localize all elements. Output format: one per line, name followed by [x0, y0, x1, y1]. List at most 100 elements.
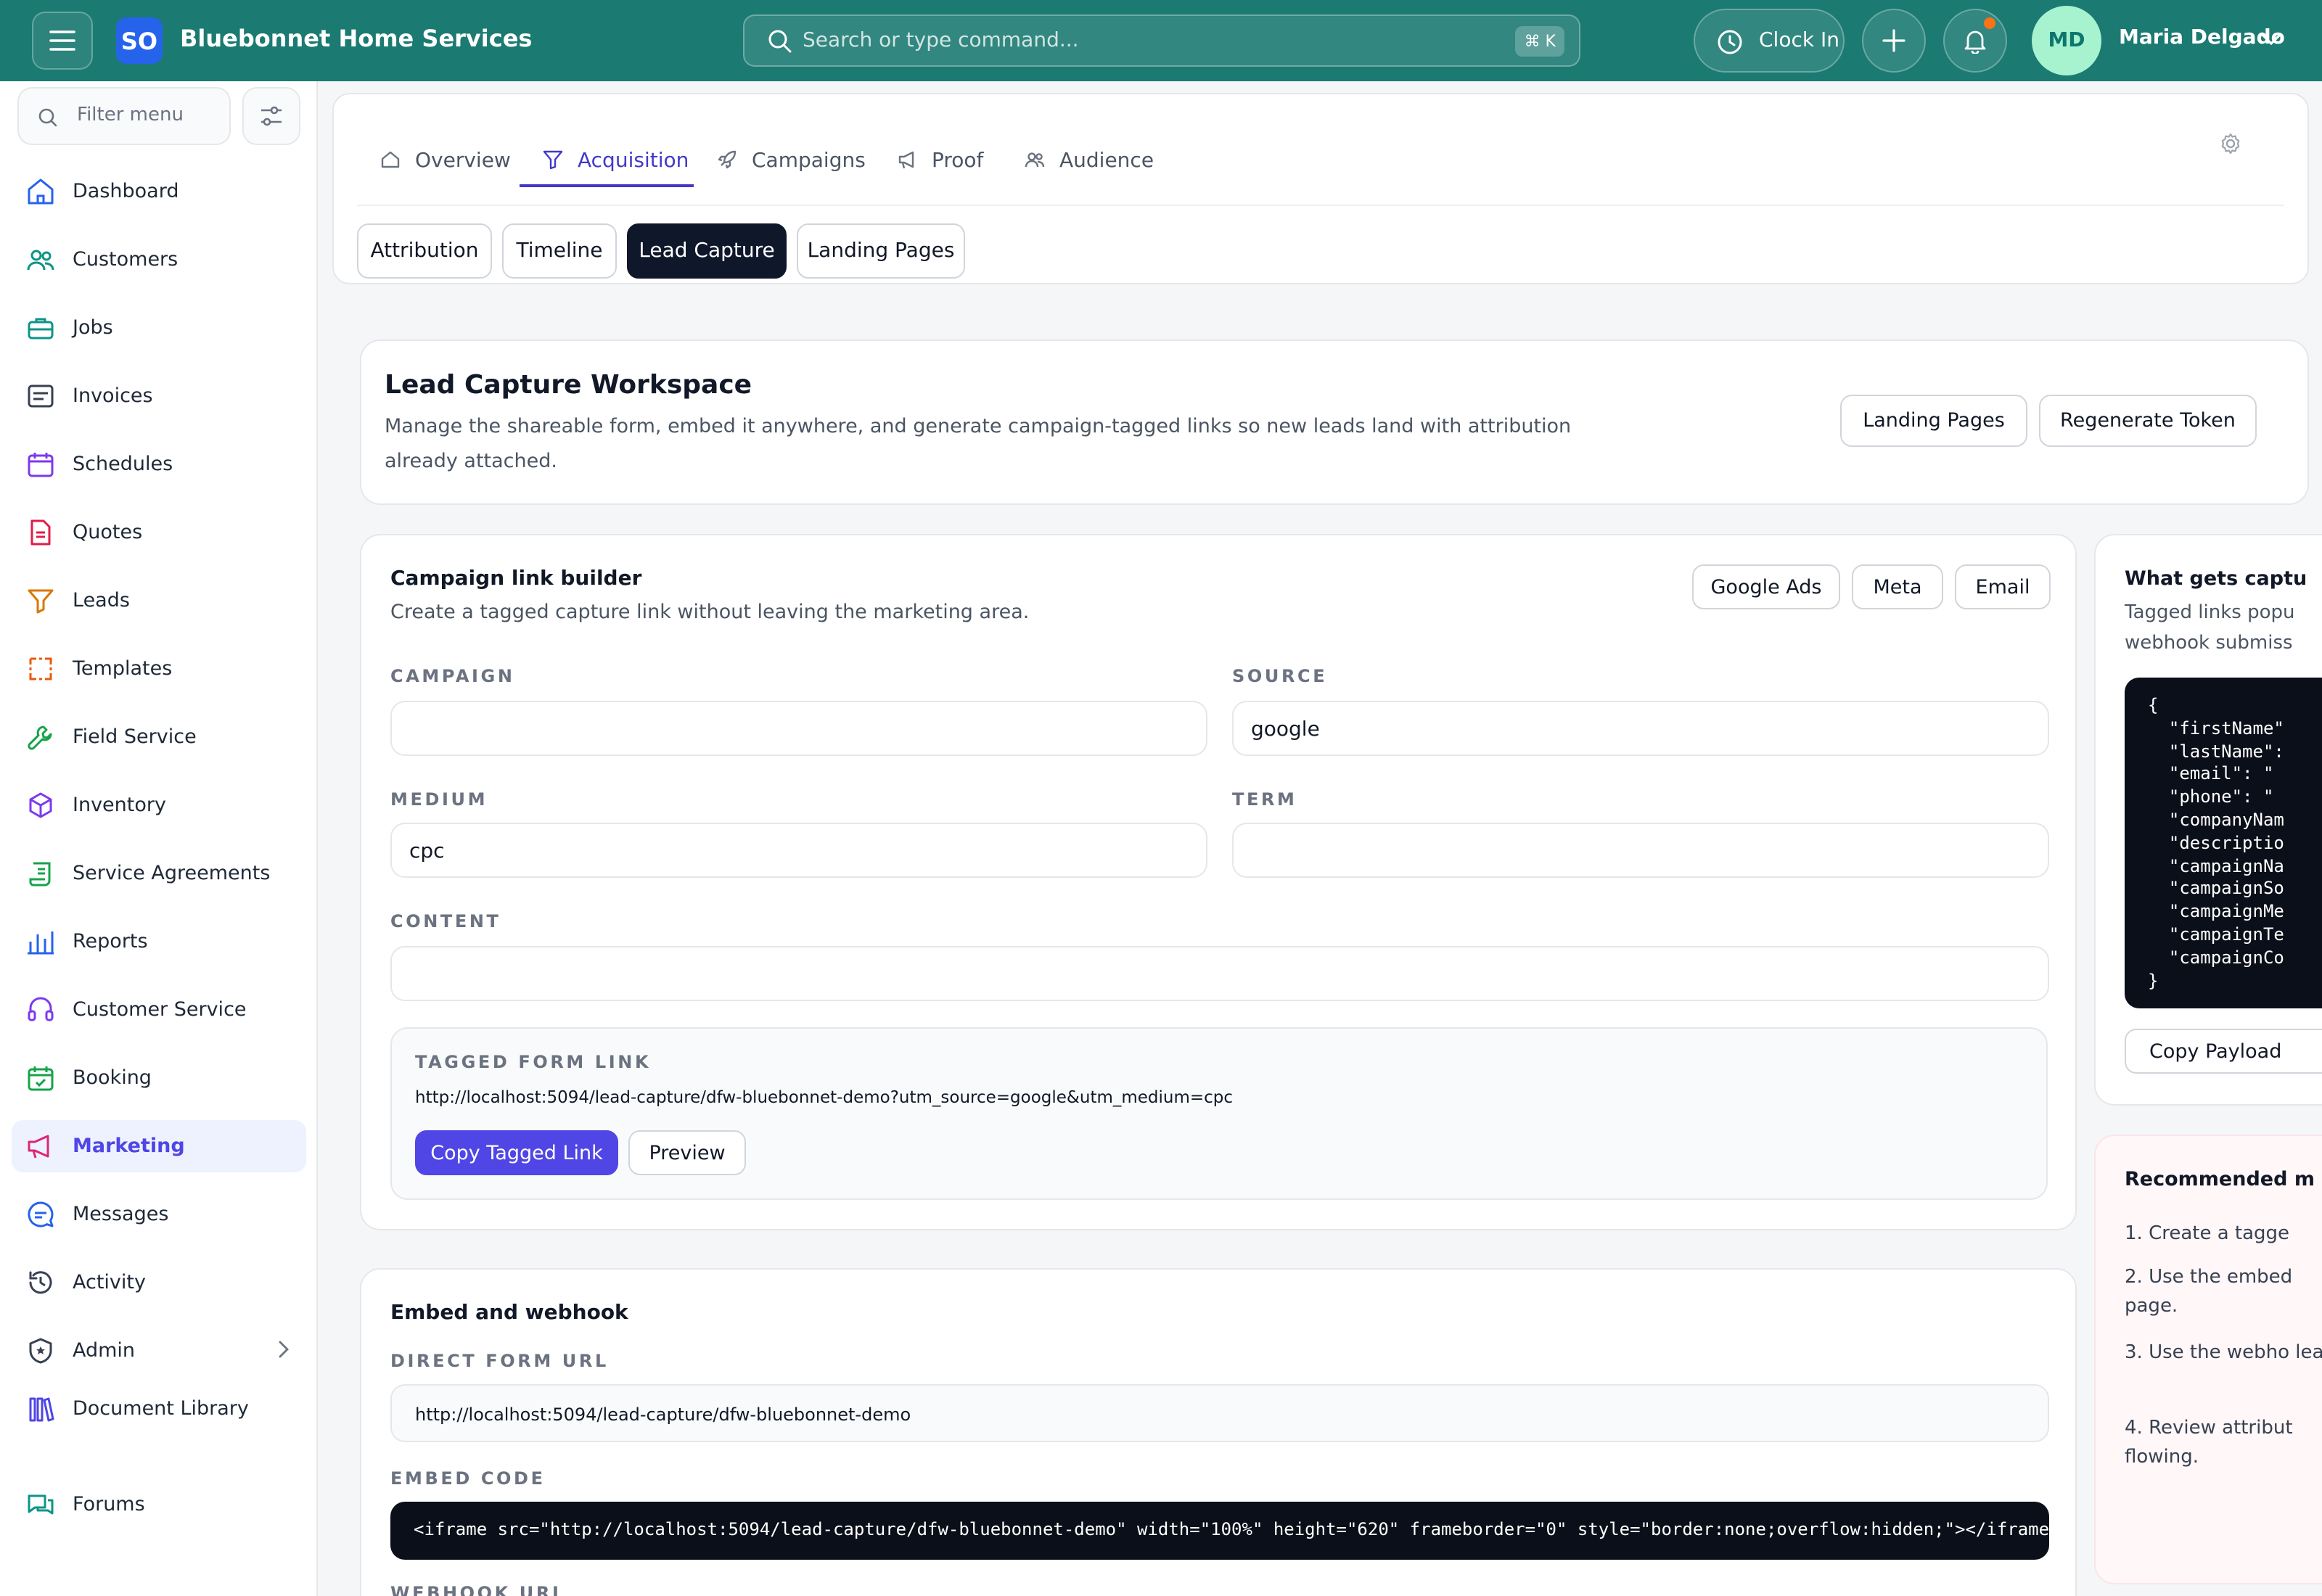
sidebar-item-schedules[interactable]: Schedules: [12, 438, 306, 490]
sidebar-item-field-service[interactable]: Field Service: [12, 711, 306, 763]
command-search[interactable]: Search or type command... ⌘ K: [743, 15, 1580, 67]
sidebar-item-jobs[interactable]: Jobs: [12, 302, 306, 354]
payload-code-line: "phone": ": [2148, 786, 2274, 807]
sidebar-item-customers[interactable]: Customers: [12, 234, 306, 286]
home-icon: [381, 151, 400, 168]
sidebar-item-label: Templates: [73, 657, 173, 680]
notifications-button[interactable]: [1943, 9, 2007, 73]
medium-field[interactable]: cpc: [390, 823, 1207, 878]
filter-settings-button[interactable]: [242, 87, 300, 145]
payload-code-line: "campaignCo: [2148, 947, 2284, 968]
tab-campaigns[interactable]: Campaigns: [717, 132, 866, 190]
direct-url-label: DIRECT FORM URL: [390, 1351, 609, 1371]
sidebar-item-marketing[interactable]: Marketing: [12, 1120, 306, 1172]
sidebar-item-document-library[interactable]: Document Library: [12, 1383, 306, 1435]
tab-proof[interactable]: Proof: [897, 132, 998, 190]
subtab-attribution[interactable]: Attribution: [357, 223, 492, 279]
search-icon: [38, 108, 57, 127]
term-label: TERM: [1232, 789, 1297, 810]
payload-code-line: "firstName": [2148, 717, 2284, 739]
payload-code-line: "campaignMe: [2148, 901, 2284, 922]
copy-payload-button[interactable]: Copy Payload: [2125, 1029, 2322, 1074]
menu-button[interactable]: [32, 12, 93, 70]
regenerate-token-button[interactable]: Regenerate Token: [2039, 395, 2257, 447]
payload-code-line: "descriptio: [2148, 832, 2284, 853]
tab-acquisition[interactable]: Acquisition: [543, 132, 689, 190]
sidebar-item-inventory[interactable]: Inventory: [12, 779, 306, 831]
add-button[interactable]: [1862, 9, 1926, 73]
headset-icon: [28, 997, 54, 1021]
sidebar-item-label: Marketing: [73, 1135, 185, 1158]
tagged-link-box: TAGGED FORM LINK http://localhost:5094/l…: [390, 1027, 2048, 1200]
sidebar-item-reports[interactable]: Reports: [12, 916, 306, 968]
clock-in-button[interactable]: Clock In: [1694, 9, 1845, 73]
subtab-timeline[interactable]: Timeline: [502, 223, 617, 279]
copy-tagged-link-button[interactable]: Copy Tagged Link: [415, 1130, 618, 1175]
library-icon: [29, 1397, 54, 1422]
subtab-landing-pages[interactable]: Landing Pages: [797, 223, 965, 279]
sidebar-item-label: Quotes: [73, 521, 143, 544]
tab-audience-label: Audience: [1059, 149, 1154, 173]
sidebar-item-label: Leads: [73, 589, 130, 612]
sidebar-item-dashboard[interactable]: Dashboard: [12, 165, 306, 218]
tab-overview-label: Overview: [415, 149, 511, 173]
calendar-check-icon: [28, 1066, 54, 1091]
plus-icon: [1882, 29, 1905, 52]
sidebar-item-admin[interactable]: Admin: [12, 1325, 306, 1377]
avatar[interactable]: MD: [2032, 6, 2101, 75]
rocket-icon: [718, 150, 737, 169]
payload-code-line: "campaignSo: [2148, 878, 2284, 899]
payload-code-line: }: [2148, 970, 2159, 991]
payload-code-line: "campaignNa: [2148, 855, 2284, 876]
source-field[interactable]: google: [1232, 701, 2049, 756]
sidebar: Filter menu Dashboard Customers Jobs Invoic…: [0, 81, 318, 1596]
filter-placeholder: Filter menu: [77, 104, 184, 126]
sidebar-item-quotes[interactable]: Quotes: [12, 506, 306, 559]
search-placeholder: Search or type command...: [803, 29, 1079, 52]
embed-code-block[interactable]: <iframe src="http://localhost:5094/lead-…: [390, 1502, 2049, 1560]
preset-google-ads-button[interactable]: Google Ads: [1692, 564, 1840, 609]
direct-form-url[interactable]: http://localhost:5094/lead-capture/dfw-b…: [390, 1384, 2049, 1442]
sidebar-item-label: Invoices: [73, 384, 153, 408]
page-title: Lead Capture Workspace: [385, 370, 752, 400]
sidebar-item-templates[interactable]: Templates: [12, 643, 306, 695]
preset-email-button[interactable]: Email: [1955, 564, 2051, 609]
main-content: Overview Acquisition Campaigns Proof Aud…: [318, 81, 2322, 1596]
sidebar-item-forums[interactable]: Forums: [12, 1478, 306, 1531]
preview-button[interactable]: Preview: [628, 1130, 746, 1175]
sidebar-item-customer-service[interactable]: Customer Service: [12, 984, 306, 1036]
chevron-down-icon[interactable]: [2261, 32, 2281, 46]
filter-menu-input[interactable]: Filter menu: [17, 87, 231, 145]
sidebar-item-booking[interactable]: Booking: [12, 1052, 306, 1104]
tab-panel: Overview Acquisition Campaigns Proof Aud…: [332, 93, 2309, 284]
sidebar-item-messages[interactable]: Messages: [12, 1188, 306, 1241]
sliders-icon: [261, 106, 282, 126]
briefcase-icon: [28, 318, 54, 340]
tab-audience[interactable]: Audience: [1025, 132, 1170, 190]
tab-overview[interactable]: Overview: [380, 132, 511, 190]
campaign-link-builder-card: Campaign link builder Create a tagged ca…: [360, 534, 2077, 1230]
tab-divider: [357, 205, 2284, 206]
top-bar: SO Bluebonnet Home Services Search or ty…: [0, 0, 2322, 81]
user-name[interactable]: Maria Delgado: [2119, 26, 2285, 49]
content-field[interactable]: [390, 946, 2049, 1001]
sidebar-item-activity[interactable]: Activity: [12, 1256, 306, 1309]
sidebar-item-leads[interactable]: Leads: [12, 575, 306, 627]
tagged-link-url[interactable]: http://localhost:5094/lead-capture/dfw-b…: [415, 1087, 1233, 1107]
preset-meta-button[interactable]: Meta: [1852, 564, 1943, 609]
payload-code-line: "companyNam: [2148, 809, 2284, 830]
subtab-lead-capture[interactable]: Lead Capture: [627, 223, 787, 279]
sidebar-item-service-agreements[interactable]: Service Agreements: [12, 847, 306, 900]
shield-icon: [29, 1338, 52, 1364]
landing-pages-button[interactable]: Landing Pages: [1840, 395, 2027, 447]
campaign-field[interactable]: [390, 701, 1207, 756]
medium-label: MEDIUM: [390, 789, 488, 810]
settings-icon[interactable]: [2219, 132, 2242, 155]
captured-title: What gets captu: [2125, 567, 2307, 591]
term-field[interactable]: [1232, 823, 2049, 878]
sidebar-item-invoices[interactable]: Invoices: [12, 370, 306, 422]
chevron-right-icon[interactable]: [277, 1341, 289, 1358]
workspace-description-line1: Manage the shareable form, embed it anyw…: [385, 415, 1572, 438]
search-icon: [768, 30, 792, 53]
funnel-icon: [28, 589, 54, 614]
